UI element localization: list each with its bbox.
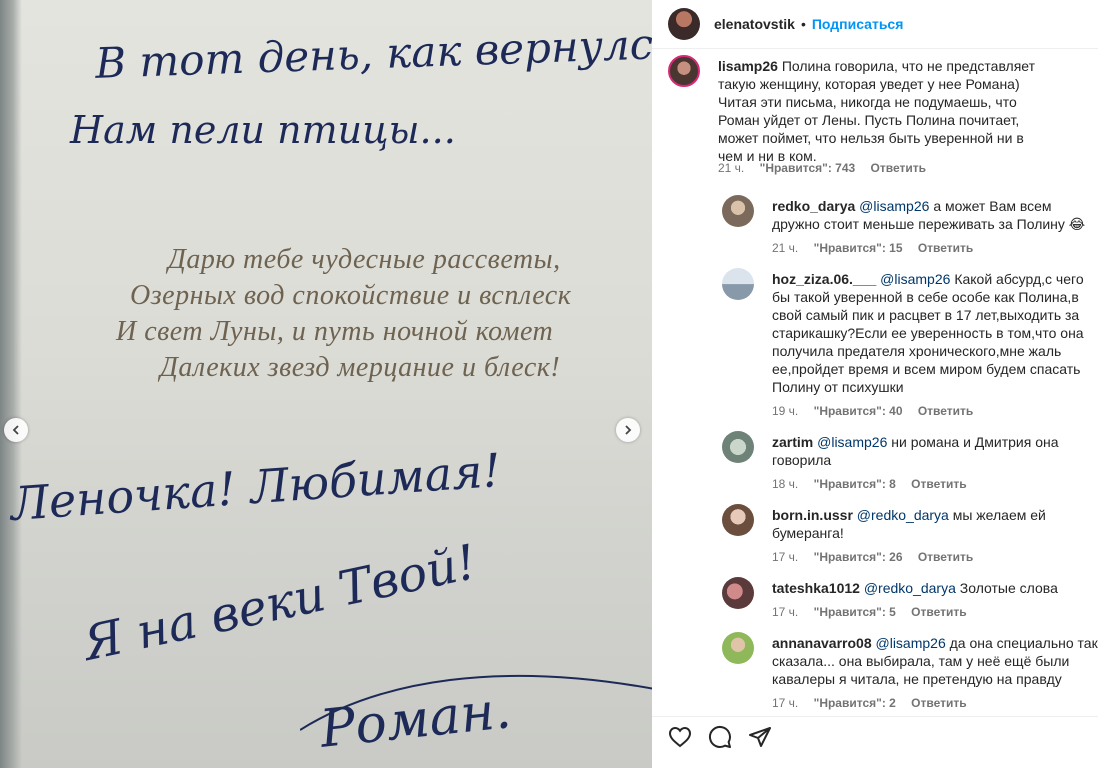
comment-text: Золотые слова xyxy=(959,580,1058,596)
handwritten-line-2: Нам пели птицы... xyxy=(70,108,456,152)
caption-comment: lisamp26 Полина говорила, что не предста… xyxy=(668,55,1098,175)
comment-username[interactable]: redko_darya xyxy=(772,198,855,214)
comment-likes[interactable]: "Нравится": 26 xyxy=(814,550,903,564)
comment-reply-button[interactable]: Ответить xyxy=(918,241,973,255)
caption-time[interactable]: 21 ч. xyxy=(718,161,744,175)
post-photo[interactable]: В тот день, как вернулся я Нам пели птиц… xyxy=(0,0,652,768)
poem-line-3: И свет Луны, и путь ночной комет xyxy=(116,316,554,347)
post-header: elenatovstik • Подписаться xyxy=(652,0,1098,49)
comment-text-block: hoz_ziza.06.___ @lisamp26 Какой абсурд,с… xyxy=(772,270,1098,396)
caption-avatar[interactable] xyxy=(668,55,700,87)
comment-meta: 17 ч. "Нравится": 26 Ответить xyxy=(772,550,985,564)
next-photo-button[interactable] xyxy=(616,418,640,442)
comment-username[interactable]: zartim xyxy=(772,434,813,450)
prev-photo-button[interactable] xyxy=(4,418,28,442)
comment-meta: 17 ч. "Нравится": 2 Ответить xyxy=(772,696,979,710)
comment-meta: 21 ч. "Нравится": 15 Ответить xyxy=(772,241,985,255)
comment-username[interactable]: tateshka1012 xyxy=(772,580,860,596)
header-separator: • xyxy=(800,16,806,32)
comment-likes[interactable]: "Нравится": 15 xyxy=(814,241,903,255)
comment-avatar[interactable] xyxy=(722,195,754,227)
caption-text-block: lisamp26 Полина говорила, что не предста… xyxy=(718,57,1048,165)
comment-avatar[interactable] xyxy=(722,268,754,300)
comment-avatar[interactable] xyxy=(722,577,754,609)
comment-username[interactable]: hoz_ziza.06.___ xyxy=(772,271,876,287)
comment-mention[interactable]: @lisamp26 xyxy=(859,198,929,214)
photo-shadow-edge xyxy=(0,0,22,768)
comment-reply-button[interactable]: Ответить xyxy=(918,404,973,418)
comment-time[interactable]: 17 ч. xyxy=(772,550,798,564)
comment-username[interactable]: born.in.ussr xyxy=(772,507,853,523)
handwritten-line-3: Леночка! Любимая! xyxy=(8,442,503,532)
chevron-left-icon xyxy=(12,425,19,435)
comment-text-block: redko_darya @lisamp26 а может Вам всем д… xyxy=(772,197,1098,233)
comment-text-block: born.in.ussr @redko_darya мы желаем ей б… xyxy=(772,506,1098,542)
poem-line-1: Дарю тебе чудесные рассветы, xyxy=(168,244,561,275)
comments-list[interactable]: lisamp26 Полина говорила, что не предста… xyxy=(652,49,1098,716)
comment-likes[interactable]: "Нравится": 5 xyxy=(814,605,896,619)
comment-time[interactable]: 19 ч. xyxy=(772,404,798,418)
poem-line-4: Далеких звезд мерцание и блеск! xyxy=(160,352,561,383)
comment-mention[interactable]: @lisamp26 xyxy=(876,635,946,651)
comment-meta: 18 ч. "Нравится": 8 Ответить xyxy=(772,477,979,491)
comment-reply-button[interactable]: Ответить xyxy=(911,696,966,710)
comment-mention[interactable]: @redko_darya xyxy=(864,580,956,596)
action-bar xyxy=(652,716,1098,757)
comment-meta: 17 ч. "Нравится": 5 Ответить xyxy=(772,605,979,619)
comment-text: ни романа и Дмитрия она говорила xyxy=(772,434,1059,468)
signature-stroke xyxy=(300,674,652,731)
comment-time[interactable]: 17 ч. xyxy=(772,605,798,619)
comment-mention[interactable]: @lisamp26 xyxy=(817,434,887,450)
comment-time[interactable]: 18 ч. xyxy=(772,477,798,491)
handwritten-line-1: В тот день, как вернулся я xyxy=(94,17,652,88)
share-icon[interactable] xyxy=(748,725,772,749)
heart-icon[interactable] xyxy=(668,725,692,749)
comment-text-block: annanavarro08 @lisamp26 да она специальн… xyxy=(772,634,1098,688)
caption-reply-button[interactable]: Ответить xyxy=(871,161,926,175)
poem-line-2: Озерных вод спокойствие и всплеск xyxy=(130,280,572,311)
comment-avatar[interactable] xyxy=(722,504,754,536)
comment-time[interactable]: 17 ч. xyxy=(772,696,798,710)
caption-likes[interactable]: "Нравится": 743 xyxy=(760,161,856,175)
comments-panel: elenatovstik • Подписаться lisamp26 Поли… xyxy=(652,0,1098,768)
chevron-right-icon xyxy=(625,425,632,435)
comment-meta: 19 ч. "Нравится": 40 Ответить xyxy=(772,404,985,418)
comment-avatar[interactable] xyxy=(722,632,754,664)
comment-reply-button[interactable]: Ответить xyxy=(911,477,966,491)
caption-username[interactable]: lisamp26 xyxy=(718,58,778,74)
comment-likes[interactable]: "Нравится": 8 xyxy=(814,477,896,491)
comment-mention[interactable]: @lisamp26 xyxy=(880,271,950,287)
comment-reply-button[interactable]: Ответить xyxy=(918,550,973,564)
comment-time[interactable]: 21 ч. xyxy=(772,241,798,255)
comment-reply-button[interactable]: Ответить xyxy=(911,605,966,619)
comment-likes[interactable]: "Нравится": 40 xyxy=(814,404,903,418)
comment-text-block: zartim @lisamp26 ни романа и Дмитрия она… xyxy=(772,433,1098,469)
follow-button[interactable]: Подписаться xyxy=(812,16,904,32)
caption-meta: 21 ч. "Нравится": 743 Ответить xyxy=(718,161,938,175)
comment-username[interactable]: annanavarro08 xyxy=(772,635,872,651)
comment-avatar[interactable] xyxy=(722,431,754,463)
comment-text: Какой абсурд,с чего бы такой уверенной в… xyxy=(772,271,1084,395)
author-username[interactable]: elenatovstik xyxy=(714,16,795,32)
comment-mention[interactable]: @redko_darya xyxy=(857,507,949,523)
comment-text-block: tateshka1012 @redko_darya Золотые слова xyxy=(772,579,1098,597)
comment-likes[interactable]: "Нравится": 2 xyxy=(814,696,896,710)
handwritten-line-4: Я на веки Твой! xyxy=(78,534,482,672)
author-avatar[interactable] xyxy=(668,8,700,40)
comment-icon[interactable] xyxy=(708,725,732,749)
